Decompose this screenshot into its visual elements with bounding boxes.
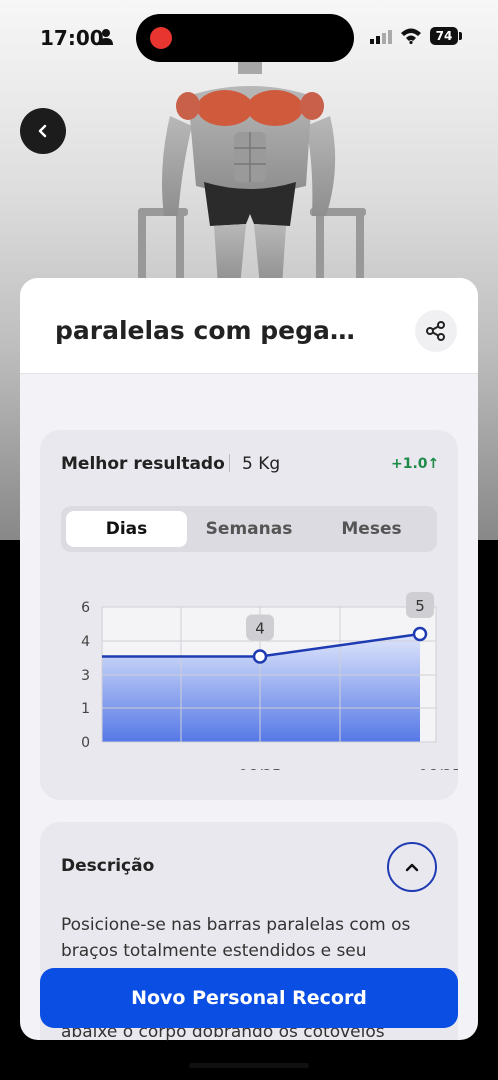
collapse-description-button[interactable]: [387, 842, 437, 892]
cellular-signal-icon: [370, 30, 392, 44]
chart-data-point: [412, 626, 428, 642]
sheet-header: paralelas com pega…: [20, 278, 478, 374]
description-text: Posicione-se nas barras paralelas com os…: [61, 915, 411, 961]
best-result-label: Melhor resultado: [61, 454, 225, 474]
chart-data-label: 4: [255, 620, 265, 638]
chart-y-tick-label: 6: [81, 600, 90, 616]
divider: [229, 454, 230, 472]
chart-data-point: [252, 649, 268, 664]
chart-x-tick-label: 06/25: [238, 766, 281, 770]
best-result-value: 5 Kg: [242, 454, 281, 474]
chart-data-label: 5: [415, 597, 425, 615]
back-arrow-icon: [38, 124, 47, 138]
result-delta: +1.0↑: [391, 456, 440, 472]
description-title: Descrição: [61, 856, 155, 876]
home-indicator[interactable]: [189, 1063, 309, 1068]
chart-x-tick-label: 06/25: [418, 766, 458, 770]
progress-line-chart: 0 1 3 4 6 4 5 06/25 06/25: [81, 592, 458, 770]
exercise-detail-sheet: paralelas com pega… Melhor resultado 5 K…: [20, 278, 478, 1040]
chart-y-tick-label: 4: [81, 634, 90, 650]
chart-y-tick-label: 3: [81, 668, 90, 684]
status-time: 17:00: [40, 26, 104, 50]
exercise-title: paralelas com pega…: [55, 316, 355, 345]
status-bar: 17:00 74: [0, 0, 498, 76]
tab-dias[interactable]: Dias: [66, 511, 187, 547]
person-icon: [99, 29, 113, 45]
dynamic-island: [136, 14, 354, 62]
recording-indicator-icon: [150, 27, 172, 49]
share-button[interactable]: [415, 310, 457, 352]
tab-meses[interactable]: Meses: [311, 511, 432, 547]
chart-y-tick-label: 1: [81, 701, 90, 717]
best-result-card: Melhor resultado 5 Kg +1.0↑ Dias Semanas…: [40, 430, 458, 800]
share-icon: [426, 321, 445, 341]
muscle-figure-illustration: [138, 56, 366, 286]
back-button[interactable]: [20, 108, 66, 154]
new-personal-record-button[interactable]: Novo Personal Record: [40, 968, 458, 1028]
chart-y-tick-label: 0: [81, 735, 90, 751]
period-segmented-control: Dias Semanas Meses: [61, 506, 437, 552]
wifi-icon: [401, 28, 421, 44]
tab-semanas[interactable]: Semanas: [188, 511, 310, 547]
battery-icon: 74: [430, 27, 458, 45]
chevron-up-icon: [405, 863, 419, 872]
